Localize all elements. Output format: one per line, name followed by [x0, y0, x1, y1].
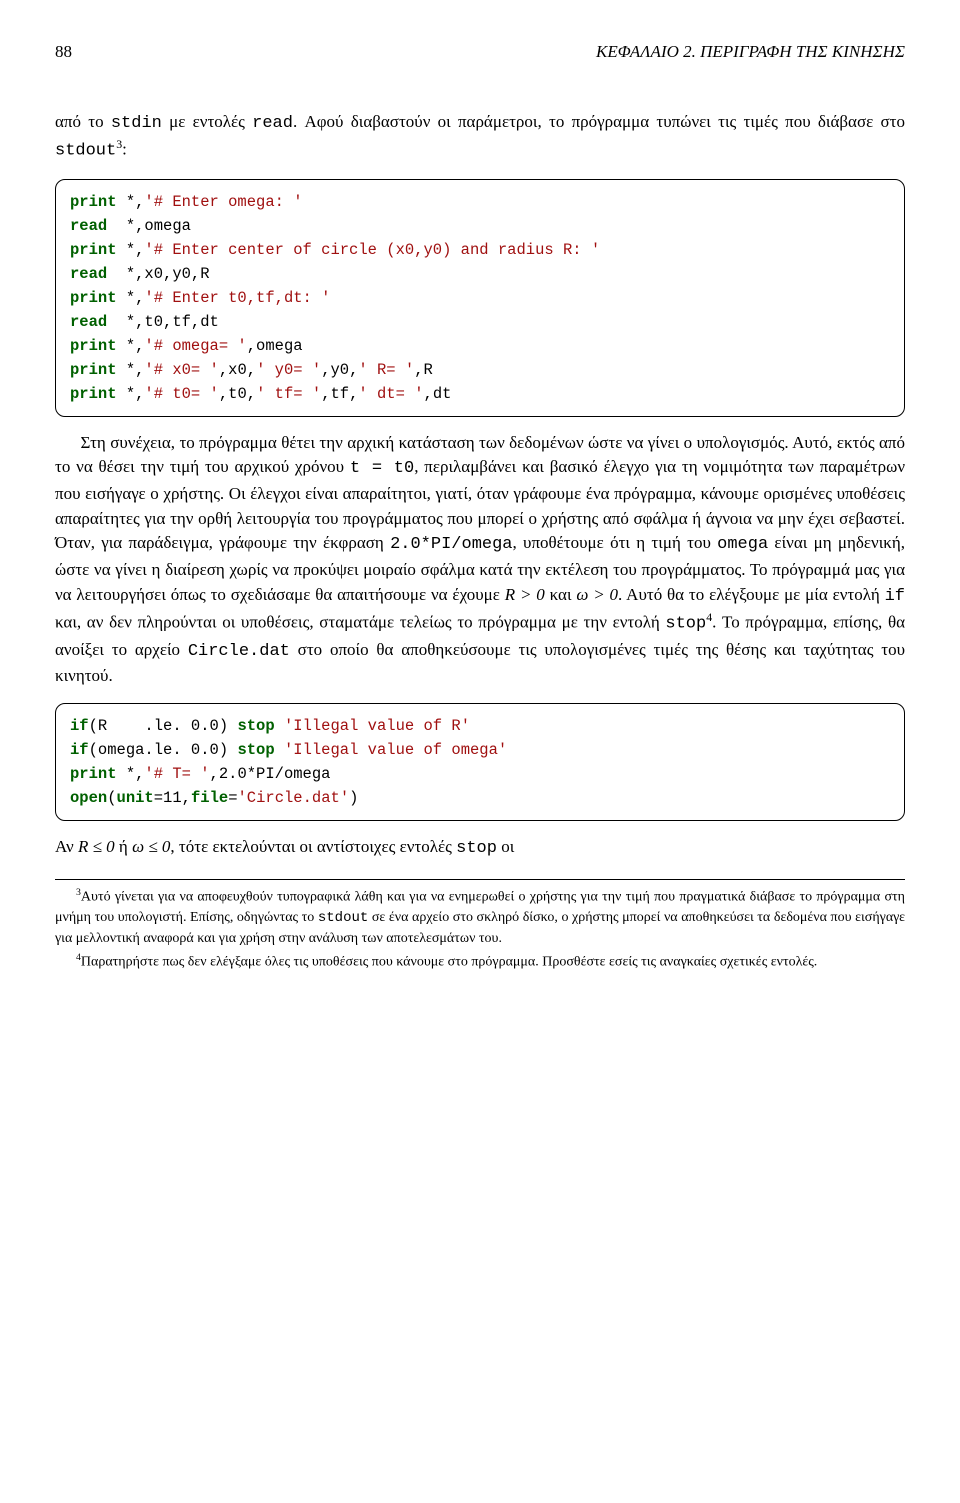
inline-code: t = t0: [350, 459, 414, 478]
string-literal: '# Enter omega: ': [144, 193, 302, 211]
string-literal: '# T= ': [144, 765, 209, 783]
keyword: unit: [117, 789, 154, 807]
string-literal: '# omega= ': [144, 337, 246, 355]
keyword: file: [191, 789, 228, 807]
math: R ≤ 0: [78, 837, 115, 856]
inline-code: omega: [717, 535, 768, 554]
code-text: ,x0,: [219, 361, 256, 379]
inline-code: stdout: [55, 142, 116, 161]
code-text: ,tf,: [321, 385, 358, 403]
code-text: *,omega: [107, 217, 191, 235]
text: οι: [497, 837, 514, 856]
keyword: print: [70, 241, 117, 259]
keyword: stop: [237, 741, 274, 759]
keyword: print: [70, 193, 117, 211]
footnote-4: 4Παρατηρήστε πως δεν ελέγξαμε όλες τις υ…: [55, 951, 905, 973]
text: :: [122, 140, 127, 159]
string-literal: '# Enter center of circle (x0,y0) and ra…: [144, 241, 600, 259]
text: Αν: [55, 837, 78, 856]
math: ω > 0: [576, 585, 618, 604]
code-text: ,dt: [424, 385, 452, 403]
string-literal: '# x0= ': [144, 361, 218, 379]
text: , τότε εκτελούνται οι αντίστοιχες εντολέ…: [170, 837, 456, 856]
keyword: read: [70, 217, 107, 235]
text: και: [545, 585, 577, 604]
code-text: [275, 717, 284, 735]
text: ή: [115, 837, 132, 856]
string-literal: '# t0= ': [144, 385, 218, 403]
keyword: print: [70, 385, 117, 403]
keyword: if: [70, 741, 89, 759]
inline-code: Circle.dat: [188, 642, 290, 661]
string-literal: ' dt= ': [358, 385, 423, 403]
text: , υποθέτουμε ότι η τιμή του: [513, 533, 718, 552]
keyword: read: [70, 265, 107, 283]
code-text: =: [228, 789, 237, 807]
code-text: *,: [117, 241, 145, 259]
text: Παρατηρήστε πως δεν ελέγξαμε όλες τις υπ…: [81, 955, 817, 970]
keyword: print: [70, 361, 117, 379]
code-text: *,: [117, 385, 145, 403]
keyword: if: [70, 717, 89, 735]
math: R > 0: [505, 585, 545, 604]
code-text: *,: [117, 289, 145, 307]
code-text: *,x0,y0,R: [107, 265, 209, 283]
footnote-separator: [55, 879, 905, 880]
string-literal: ' y0= ': [256, 361, 321, 379]
math: ω ≤ 0: [132, 837, 170, 856]
text: με εντολές: [162, 112, 252, 131]
inline-code: if: [885, 587, 905, 606]
keyword: read: [70, 313, 107, 331]
inline-code: stdin: [111, 114, 162, 133]
page-number: 88: [55, 40, 72, 65]
string-literal: 'Circle.dat': [238, 789, 350, 807]
keyword: print: [70, 337, 117, 355]
text: . Αυτό θα το ελέγξουμε με μία εντολή: [618, 585, 885, 604]
string-literal: '# Enter t0,tf,dt: ': [144, 289, 330, 307]
code-text: *,: [117, 765, 145, 783]
paragraph-2: Στη συνέχεια, το πρόγραμμα θέτει την αρχ…: [55, 431, 905, 689]
inline-code: stop: [456, 839, 497, 858]
chapter-title: ΚΕΦΑΛΑΙΟ 2. ΠΕΡΙΓΡΑΦΗ ΤΗΣ ΚΙΝΗΣΗΣ: [596, 40, 905, 65]
inline-code: stdout: [318, 910, 368, 926]
paragraph-1: από το stdin με εντολές read. Αφού διαβα…: [55, 110, 905, 165]
string-literal: 'Illegal value of omega': [284, 741, 507, 759]
keyword: print: [70, 289, 117, 307]
string-literal: ' tf= ': [256, 385, 321, 403]
code-text: (: [107, 789, 116, 807]
code-text: *,: [117, 361, 145, 379]
code-text: ,t0,: [219, 385, 256, 403]
keyword: open: [70, 789, 107, 807]
code-text: [275, 741, 284, 759]
code-block-1: print *,'# Enter omega: ' read *,omega p…: [55, 179, 905, 417]
code-text: ,y0,: [321, 361, 358, 379]
code-text: ,2.0*PI/omega: [210, 765, 331, 783]
code-text: (R .le. 0.0): [89, 717, 238, 735]
code-text: ): [349, 789, 358, 807]
code-block-2: if(R .le. 0.0) stop 'Illegal value of R'…: [55, 703, 905, 821]
keyword: print: [70, 765, 117, 783]
code-text: ,R: [414, 361, 433, 379]
text: και, αν δεν πληρούνται οι υποθέσεις, στα…: [55, 613, 665, 632]
text: από το: [55, 112, 111, 131]
keyword: stop: [237, 717, 274, 735]
code-text: *,t0,tf,dt: [107, 313, 219, 331]
inline-code: 2.0*PI/omega: [390, 535, 512, 554]
paragraph-3: Αν R ≤ 0 ή ω ≤ 0, τότε εκτελούνται οι αν…: [55, 835, 905, 862]
page-header: 88 ΚΕΦΑΛΑΙΟ 2. ΠΕΡΙΓΡΑΦΗ ΤΗΣ ΚΙΝΗΣΗΣ: [55, 40, 905, 65]
code-text: *,: [117, 337, 145, 355]
footnote-3: 3Αυτό γίνεται για να αποφευχθούν τυπογρα…: [55, 886, 905, 949]
code-text: =11,: [154, 789, 191, 807]
inline-code: stop: [665, 615, 706, 634]
inline-code: read: [252, 114, 293, 133]
code-text: (omega.le. 0.0): [89, 741, 238, 759]
code-text: *,: [117, 193, 145, 211]
string-literal: ' R= ': [358, 361, 414, 379]
string-literal: 'Illegal value of R': [284, 717, 470, 735]
text: . Αφού διαβαστούν οι παράμετροι, το πρόγ…: [293, 112, 905, 131]
code-text: ,omega: [247, 337, 303, 355]
